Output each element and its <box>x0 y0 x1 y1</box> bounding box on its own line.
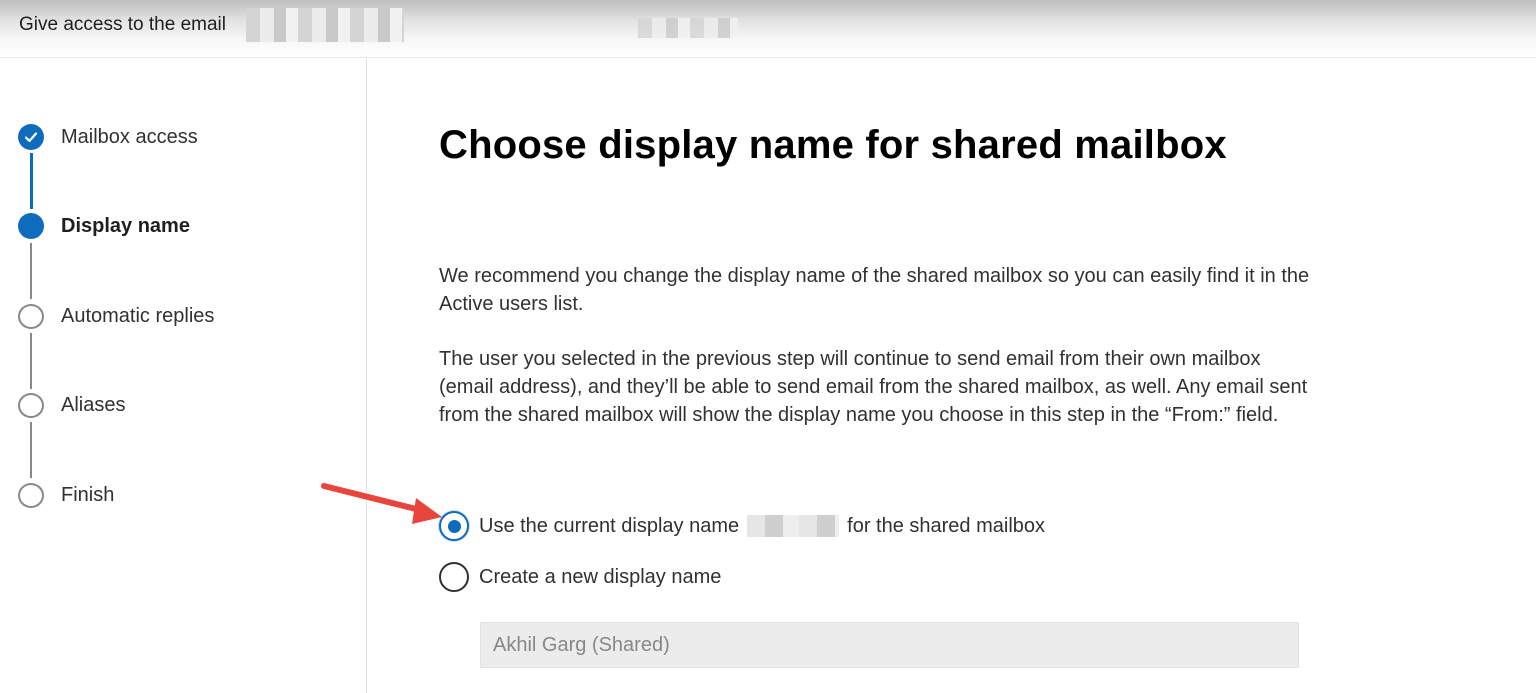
redacted-display-name <box>747 515 840 537</box>
wizard-header: Give access to the email <box>0 0 1536 58</box>
step-label: Display name <box>61 214 190 237</box>
step-display-name[interactable]: Display name <box>18 211 190 241</box>
recommendation-text: We recommend you change the display name… <box>439 265 1310 315</box>
header-title: Give access to the email <box>19 14 226 35</box>
step-aliases[interactable]: Aliases <box>18 390 125 420</box>
redacted-text <box>638 18 738 38</box>
redacted-email <box>246 8 404 42</box>
step-mailbox-access[interactable]: Mailbox access <box>18 122 198 152</box>
checkmark-icon <box>18 124 44 150</box>
step-label: Aliases <box>61 393 126 416</box>
option-current-suffix: for the shared mailbox <box>847 514 1046 537</box>
radio-new-name[interactable] <box>439 562 469 592</box>
step-automatic-replies[interactable]: Automatic replies <box>18 301 214 331</box>
radio-label-current: Use the current display name for the sha… <box>479 515 1045 538</box>
display-name-value: Akhil Garg (Shared) <box>493 633 670 656</box>
step-label: Mailbox access <box>61 125 198 148</box>
radio-label-new: Create a new display name <box>479 565 722 588</box>
wizard-steps-sidebar: Mailbox access Display name Automatic re… <box>0 59 367 693</box>
display-name-input[interactable]: Akhil Garg (Shared) <box>480 622 1299 668</box>
explanation-text: The user you selected in the previous st… <box>439 348 1308 426</box>
step-label: Automatic replies <box>61 304 215 327</box>
red-arrow-icon <box>321 483 442 524</box>
current-step-indicator <box>18 213 44 239</box>
step-connector <box>30 333 32 389</box>
step-connector <box>30 243 32 299</box>
step-connector <box>30 153 33 209</box>
pending-step-indicator <box>18 303 44 329</box>
step-finish[interactable]: Finish <box>18 480 114 510</box>
main-content: Choose display name for shared mailbox W… <box>368 59 1536 693</box>
step-label: Finish <box>61 483 115 506</box>
step-connector <box>30 422 32 478</box>
option-current-display-name[interactable]: Use the current display name for the sha… <box>439 511 1045 541</box>
option-current-prefix: Use the current display name <box>479 514 740 537</box>
page-title: Choose display name for shared mailbox <box>439 123 1227 167</box>
option-new-display-name[interactable]: Create a new display name <box>439 562 721 592</box>
pending-step-indicator <box>18 392 44 418</box>
pending-step-indicator <box>18 482 44 508</box>
